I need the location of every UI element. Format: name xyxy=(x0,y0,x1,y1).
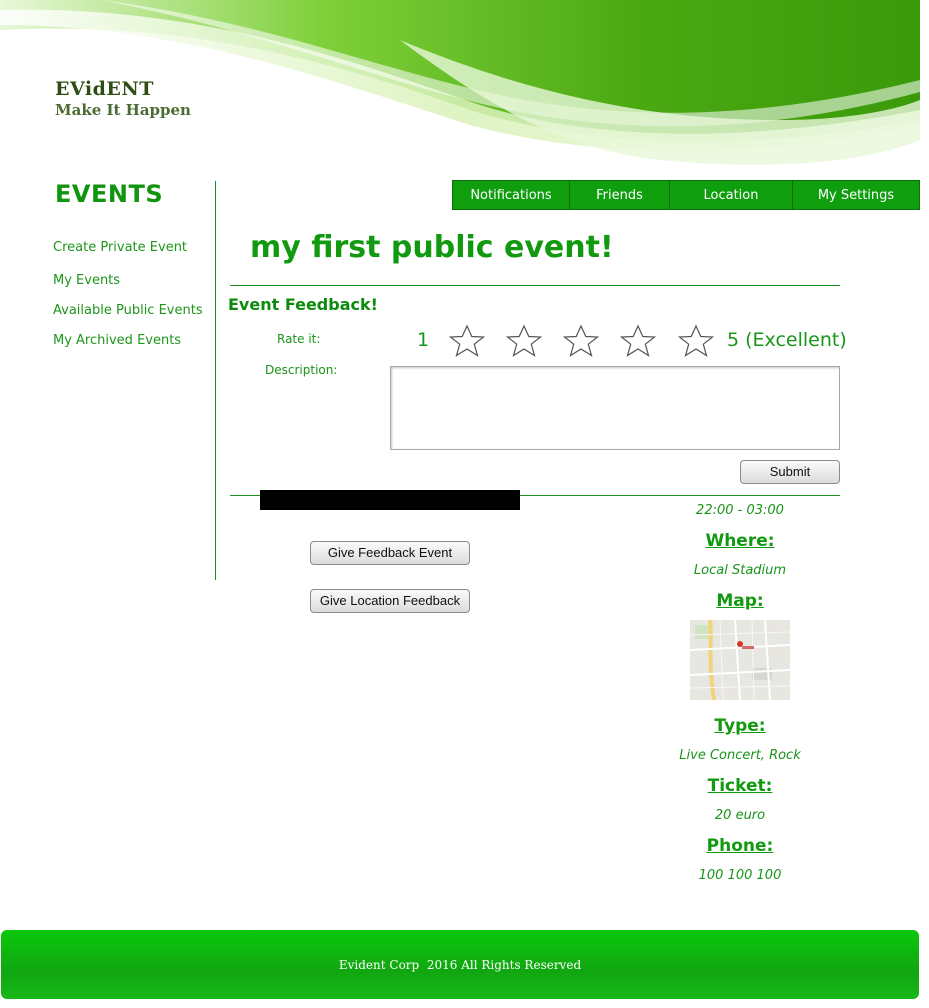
sidebar-item-create-private-event[interactable]: Create Private Event xyxy=(53,240,187,255)
footer-text: Evident Corp 2016 All Rights Reserved xyxy=(338,957,582,972)
sidebar-item-my-events[interactable]: My Events xyxy=(53,273,120,288)
rate-max-label: 5 (Excellent) xyxy=(727,329,847,351)
phone-heading: Phone: xyxy=(706,836,774,856)
ticket-value: 20 euro xyxy=(714,808,766,823)
brand-title: EVidENT xyxy=(55,78,154,100)
phone-value: 100 100 100 xyxy=(698,868,782,883)
top-nav: Notifications Friends Location My Settin… xyxy=(452,180,920,210)
description-textarea[interactable] xyxy=(390,366,840,450)
divider-top xyxy=(230,285,840,286)
event-map[interactable] xyxy=(690,620,790,700)
nav-location[interactable]: Location xyxy=(670,181,793,209)
rate-min-label: 1 xyxy=(417,329,430,351)
map-heading: Map: xyxy=(716,591,764,611)
description-label: Description: xyxy=(265,363,338,377)
type-value: Live Concert, Rock xyxy=(679,748,801,763)
header-banner: EVidENT Make It Happen xyxy=(0,0,920,172)
rate-label: Rate it: xyxy=(277,332,321,346)
sidebar-divider xyxy=(215,181,216,580)
footer: Evident Corp 2016 All Rights Reserved xyxy=(1,930,919,999)
star-1-icon[interactable] xyxy=(446,324,488,358)
feedback-heading: Event Feedback! xyxy=(228,295,378,314)
sidebar-item-available-public-events[interactable]: Available Public Events xyxy=(53,303,203,318)
sidebar-title: EVENTS xyxy=(55,180,164,208)
brand-tagline: Make It Happen xyxy=(55,101,191,119)
map-thumbnail-graphic xyxy=(690,620,790,700)
star-3-icon[interactable] xyxy=(560,324,602,358)
ticket-heading: Ticket: xyxy=(707,776,773,796)
nav-my-settings[interactable]: My Settings xyxy=(793,181,919,209)
star-2-icon[interactable] xyxy=(503,324,545,358)
redacted-image xyxy=(260,490,520,510)
sidebar-item-my-archived-events[interactable]: My Archived Events xyxy=(53,333,181,348)
event-title: my first public event! xyxy=(250,230,614,265)
star-5-icon[interactable] xyxy=(675,324,717,358)
submit-button[interactable]: Submit xyxy=(740,460,840,484)
star-4-icon[interactable] xyxy=(617,324,659,358)
type-heading: Type: xyxy=(714,716,766,736)
where-value: Local Stadium xyxy=(693,563,787,578)
give-feedback-event-button[interactable]: Give Feedback Event xyxy=(310,541,470,565)
event-time: 22:00 - 03:00 xyxy=(696,503,784,518)
where-heading: Where: xyxy=(705,531,775,551)
give-location-feedback-button[interactable]: Give Location Feedback xyxy=(310,589,470,613)
nav-friends[interactable]: Friends xyxy=(570,181,670,209)
nav-notifications[interactable]: Notifications xyxy=(453,181,570,209)
